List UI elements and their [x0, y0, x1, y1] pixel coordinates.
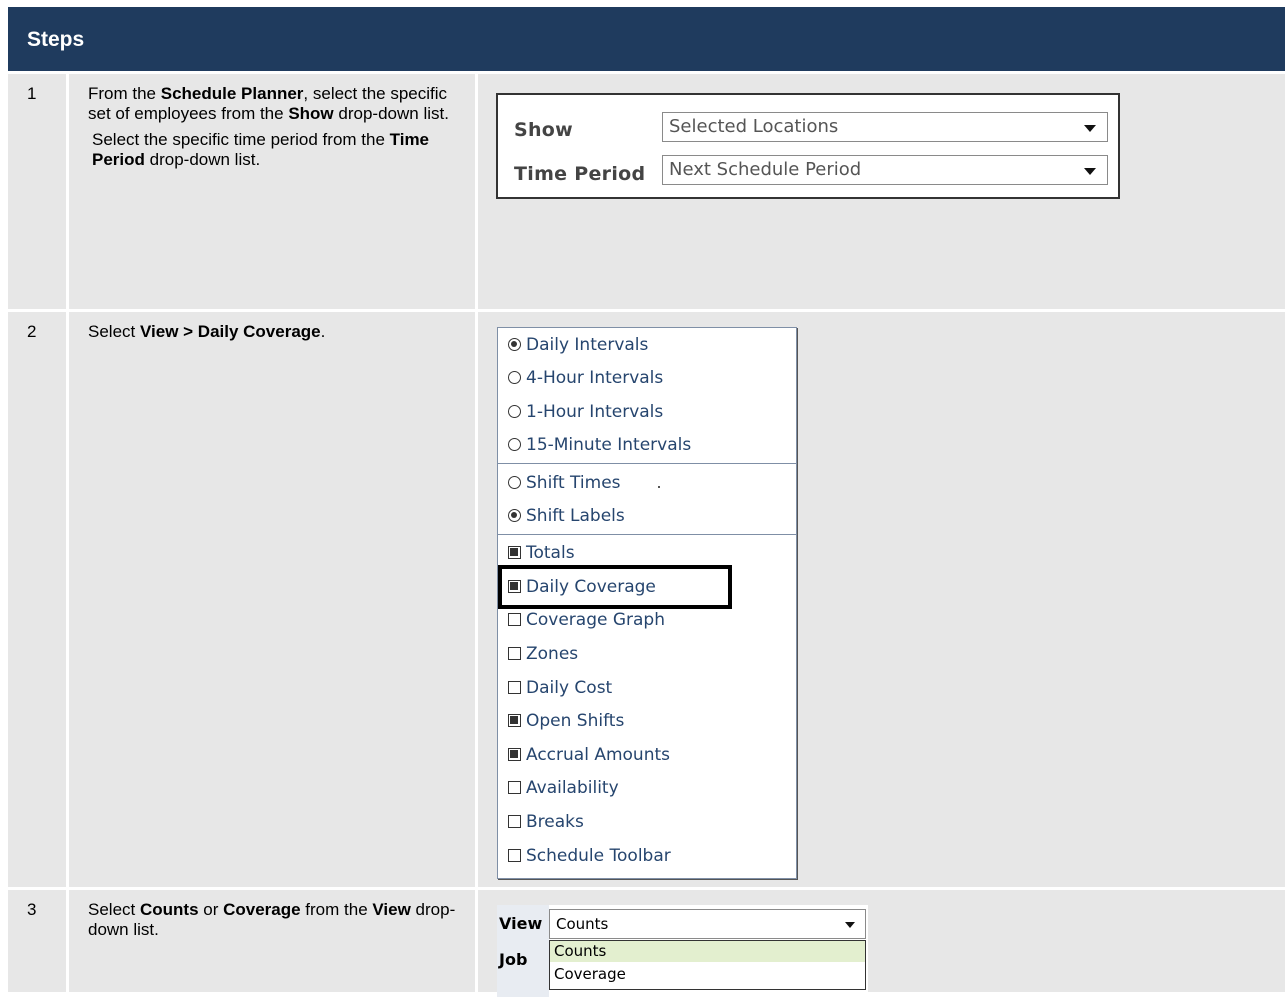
- step-description: Select View > Daily Coverage.: [72, 312, 478, 887]
- checkbox-icon: [508, 681, 521, 694]
- menu-item-zones[interactable]: Zones: [508, 643, 578, 665]
- view-menu: Daily Intervals 4-Hour Intervals 1-Hour …: [497, 327, 797, 879]
- step-row-1: 1 From the Schedule Planner, select the …: [8, 74, 1285, 309]
- step-description: Select Counts or Coverage from the View …: [72, 890, 478, 992]
- radio-icon: [508, 405, 521, 418]
- menu-item-availability[interactable]: Availability: [508, 777, 619, 799]
- menu-item-shift-labels[interactable]: Shift Labels: [508, 505, 625, 527]
- menu-item-breaks[interactable]: Breaks: [508, 811, 584, 833]
- checkbox-checked-icon: [508, 748, 521, 761]
- radio-icon: [508, 371, 521, 384]
- step-screenshot: Show Selected Locations Time Period Next…: [481, 74, 1285, 309]
- step-screenshot: View Job Counts Counts Coverage: [481, 890, 1285, 997]
- menu-divider: [498, 534, 796, 535]
- checkbox-icon: [508, 613, 521, 626]
- radio-selected-icon: [508, 509, 521, 522]
- time-period-dropdown[interactable]: Next Schedule Period: [662, 155, 1108, 185]
- step-instruction: Select Counts or Coverage from the View …: [88, 900, 456, 939]
- menu-item-daily-intervals[interactable]: Daily Intervals: [508, 334, 648, 356]
- option-coverage[interactable]: Coverage: [550, 964, 865, 985]
- menu-item-15-minute-intervals[interactable]: 15-Minute Intervals: [508, 434, 691, 456]
- step-description: From the Schedule Planner, select the sp…: [72, 74, 478, 309]
- show-label: Show: [514, 119, 574, 141]
- menu-item-open-shifts[interactable]: Open Shifts: [508, 710, 624, 732]
- menu-divider: [498, 463, 796, 464]
- radio-selected-icon: [508, 338, 521, 351]
- schedule-filter-panel: Show Selected Locations Time Period Next…: [496, 93, 1120, 199]
- show-dropdown[interactable]: Selected Locations: [662, 112, 1108, 142]
- menu-item-accrual-amounts[interactable]: Accrual Amounts: [508, 744, 670, 766]
- option-counts[interactable]: Counts: [550, 941, 865, 962]
- highlight-box: [498, 565, 732, 609]
- menu-item-1-hour-intervals[interactable]: 1-Hour Intervals: [508, 401, 663, 423]
- checkbox-icon: [508, 781, 521, 794]
- time-period-label: Time Period: [514, 163, 646, 185]
- menu-item-totals[interactable]: Totals: [508, 542, 575, 564]
- step-instruction: Select View > Daily Coverage.: [88, 322, 326, 341]
- dropdown-arrow-icon: [1084, 168, 1096, 175]
- radio-icon: [508, 438, 521, 451]
- step-row-3: 3 Select Counts or Coverage from the Vie…: [8, 890, 1285, 997]
- job-label: Job: [499, 950, 528, 969]
- view-dropdown-list: Counts Coverage: [549, 940, 866, 990]
- dropdown-arrow-icon: [1084, 125, 1096, 132]
- checkbox-icon: [508, 815, 521, 828]
- show-dropdown-value: Selected Locations: [669, 116, 839, 137]
- checkbox-checked-icon: [508, 714, 521, 727]
- steps-document: Steps 1 From the Schedule Planner, selec…: [8, 7, 1285, 997]
- step-instruction: Select the specific time period from the…: [92, 130, 430, 169]
- step-instruction: From the Schedule Planner, select the sp…: [88, 84, 449, 123]
- checkbox-icon: [508, 647, 521, 660]
- menu-item-coverage-graph[interactable]: Coverage Graph: [508, 609, 665, 631]
- view-dropdown[interactable]: Counts: [549, 909, 866, 939]
- step-number: 1: [8, 74, 69, 309]
- step-screenshot: Daily Intervals 4-Hour Intervals 1-Hour …: [481, 312, 1285, 887]
- view-label: View: [499, 914, 543, 933]
- steps-header: Steps: [8, 7, 1285, 71]
- time-period-dropdown-value: Next Schedule Period: [669, 159, 862, 180]
- checkbox-icon: [508, 849, 521, 862]
- view-dropdown-value: Counts: [556, 915, 609, 933]
- menu-item-schedule-toolbar[interactable]: Schedule Toolbar: [508, 845, 671, 867]
- step-number: 2: [8, 312, 69, 887]
- radio-icon: [508, 476, 521, 489]
- step-number: 3: [8, 890, 69, 992]
- view-dropdown-panel: View Job Counts Counts Coverage: [497, 905, 868, 997]
- menu-item-daily-cost[interactable]: Daily Cost: [508, 677, 612, 699]
- menu-item-shift-times[interactable]: Shift Times: [508, 472, 621, 494]
- dropdown-arrow-icon: [845, 922, 855, 928]
- checkbox-checked-icon: [508, 546, 521, 559]
- step-row-2: 2 Select View > Daily Coverage. Daily In…: [8, 312, 1285, 887]
- menu-item-4-hour-intervals[interactable]: 4-Hour Intervals: [508, 367, 663, 389]
- stray-dot: [658, 486, 660, 488]
